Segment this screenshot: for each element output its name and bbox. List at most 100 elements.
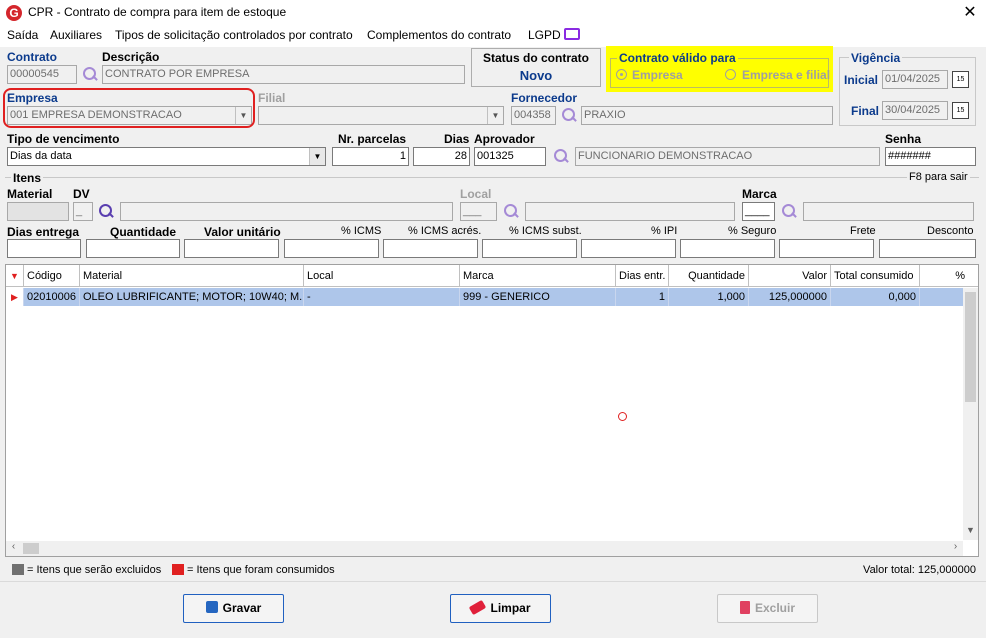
local-label: Local bbox=[460, 187, 492, 201]
search-aprovador-icon[interactable] bbox=[552, 147, 570, 165]
icms-field[interactable] bbox=[284, 239, 379, 258]
menu-saida[interactable]: Saída bbox=[7, 28, 38, 42]
empresa-highlight-outline bbox=[3, 88, 255, 128]
vigencia-label: Vigência bbox=[849, 51, 903, 65]
scroll-right-icon[interactable]: › bbox=[948, 541, 963, 556]
valor-unitario-label: Valor unitário bbox=[204, 225, 281, 239]
radio-empresa-label: Empresa bbox=[632, 68, 683, 82]
senha-field[interactable]: ####### bbox=[885, 147, 976, 166]
row-pointer-icon: ▶ bbox=[6, 288, 24, 306]
table-row[interactable]: ▶ 02010006 OLEO LUBRIFICANTE; MOTOR; 10W… bbox=[6, 288, 964, 306]
tipo-vencimento-combo[interactable]: Dias da data ▼ bbox=[7, 147, 326, 166]
dias-entrega-field[interactable] bbox=[7, 239, 81, 258]
seguro-label: % Seguro bbox=[728, 225, 777, 237]
icms-label: % ICMS bbox=[341, 225, 382, 237]
search-material-icon[interactable] bbox=[97, 202, 115, 220]
close-icon[interactable]: ✕ bbox=[960, 2, 980, 22]
legend-gray-text: = Itens que serão excluidos bbox=[27, 564, 162, 576]
frete-label: Frete bbox=[850, 225, 876, 237]
excluir-button[interactable]: Excluir bbox=[717, 594, 818, 623]
ipi-field[interactable] bbox=[581, 239, 676, 258]
col-valor[interactable]: Valor bbox=[749, 265, 831, 287]
fornecedor-name-field: PRAXIO bbox=[581, 106, 833, 125]
aprovador-code-field[interactable]: 001325 bbox=[474, 147, 546, 166]
window-title: CPR - Contrato de compra para item de es… bbox=[28, 5, 287, 19]
icms-subst-field[interactable] bbox=[482, 239, 577, 258]
fornecedor-code-field[interactable]: 004358 bbox=[511, 106, 556, 125]
gravar-button[interactable]: Gravar bbox=[183, 594, 284, 623]
marca-field[interactable]: ____ bbox=[742, 202, 775, 221]
status-label: Status do contrato bbox=[482, 51, 589, 65]
radio-empresa-filial[interactable] bbox=[725, 69, 736, 80]
col-quantidade[interactable]: Quantidade bbox=[669, 265, 749, 287]
app-logo-icon: G bbox=[6, 5, 22, 21]
calendar-final-icon[interactable]: 15 bbox=[952, 102, 969, 119]
inicial-label: Inicial bbox=[844, 73, 879, 87]
menu-tipos-solicitacao[interactable]: Tipos de solicitação controlados por con… bbox=[115, 28, 353, 42]
frete-field[interactable] bbox=[779, 239, 874, 258]
aprovador-label: Aprovador bbox=[474, 132, 535, 146]
fornecedor-label: Fornecedor bbox=[511, 91, 578, 105]
col-local[interactable]: Local bbox=[304, 265, 460, 287]
col-codigo[interactable]: Código bbox=[24, 265, 80, 287]
cell-local: - bbox=[304, 288, 460, 306]
cell-valor: 125,000000 bbox=[749, 288, 831, 306]
col-marca[interactable]: Marca bbox=[460, 265, 616, 287]
contrato-valido-label: Contrato válido para bbox=[617, 51, 738, 65]
descricao-field[interactable]: CONTRATO POR EMPRESA bbox=[102, 65, 465, 84]
gravar-label: Gravar bbox=[222, 601, 262, 615]
contrato-field[interactable]: 00000545 bbox=[7, 65, 77, 84]
desconto-field[interactable] bbox=[879, 239, 976, 258]
col-dias-entr[interactable]: Dias entr. bbox=[616, 265, 669, 287]
limpar-button[interactable]: Limpar bbox=[450, 594, 551, 623]
search-marca-icon[interactable] bbox=[780, 202, 798, 220]
material-field[interactable] bbox=[7, 202, 69, 221]
dias-entrega-label: Dias entrega bbox=[7, 225, 80, 239]
scroll-thumb[interactable] bbox=[965, 292, 976, 402]
chevron-down-icon[interactable]: ▼ bbox=[309, 148, 325, 165]
horizontal-scrollbar[interactable]: ‹ › bbox=[6, 541, 963, 556]
search-local-icon[interactable] bbox=[502, 202, 520, 220]
final-date-field[interactable]: 30/04/2025 bbox=[882, 101, 948, 120]
seguro-field[interactable] bbox=[680, 239, 775, 258]
search-fornecedor-icon[interactable] bbox=[560, 106, 578, 124]
excluir-label: Excluir bbox=[754, 601, 796, 615]
search-contrato-icon[interactable] bbox=[81, 65, 99, 83]
col-total-consumido[interactable]: Total consumido bbox=[831, 265, 920, 287]
aprovador-name-field: FUNCIONARIO DEMONSTRACAO bbox=[575, 147, 880, 166]
scroll-left-icon[interactable]: ‹ bbox=[6, 541, 21, 556]
bottom-separator bbox=[0, 581, 986, 582]
dias-field[interactable]: 28 bbox=[413, 147, 470, 166]
radio-empresa[interactable] bbox=[616, 69, 627, 80]
inicial-date-field[interactable]: 01/04/2025 bbox=[882, 70, 948, 89]
col-percent[interactable]: % bbox=[920, 265, 968, 287]
icms-acres-field[interactable] bbox=[383, 239, 478, 258]
limpar-label: Limpar bbox=[490, 601, 531, 615]
hscroll-thumb[interactable] bbox=[23, 543, 39, 554]
nr-parcelas-field[interactable]: 1 bbox=[332, 147, 409, 166]
material-label: Material bbox=[7, 187, 53, 201]
calendar-inicial-icon[interactable]: 15 bbox=[952, 71, 969, 88]
menu-auxiliares[interactable]: Auxiliares bbox=[50, 28, 102, 42]
dv-field[interactable]: _ bbox=[73, 202, 93, 221]
valor-unitario-field[interactable] bbox=[184, 239, 279, 258]
scroll-down-icon[interactable]: ▼ bbox=[963, 525, 978, 540]
legend-red-text: = Itens que foram consumidos bbox=[187, 564, 335, 576]
cursor-marker-icon bbox=[618, 412, 627, 421]
quantidade-field[interactable] bbox=[86, 239, 180, 258]
menu-lgpd[interactable]: LGPD bbox=[528, 28, 561, 42]
local-field[interactable]: ___ bbox=[460, 202, 497, 221]
nr-parcelas-label: Nr. parcelas bbox=[338, 132, 407, 146]
items-grid[interactable]: ▼ Código Material Local Marca Dias entr.… bbox=[5, 264, 979, 557]
filial-combo[interactable]: ▼ bbox=[258, 106, 504, 125]
sort-down-icon[interactable]: ▼ bbox=[6, 265, 24, 287]
filial-label: Filial bbox=[258, 91, 286, 105]
chevron-down-icon[interactable]: ▼ bbox=[487, 107, 503, 124]
col-material[interactable]: Material bbox=[80, 265, 304, 287]
cell-dias-entr: 1 bbox=[616, 288, 669, 306]
vertical-scrollbar[interactable]: ▼ bbox=[963, 288, 978, 540]
monitor-icon[interactable] bbox=[564, 28, 580, 40]
itens-label: Itens bbox=[11, 171, 44, 185]
itens-separator bbox=[5, 177, 979, 178]
menu-complementos[interactable]: Complementos do contrato bbox=[367, 28, 511, 42]
